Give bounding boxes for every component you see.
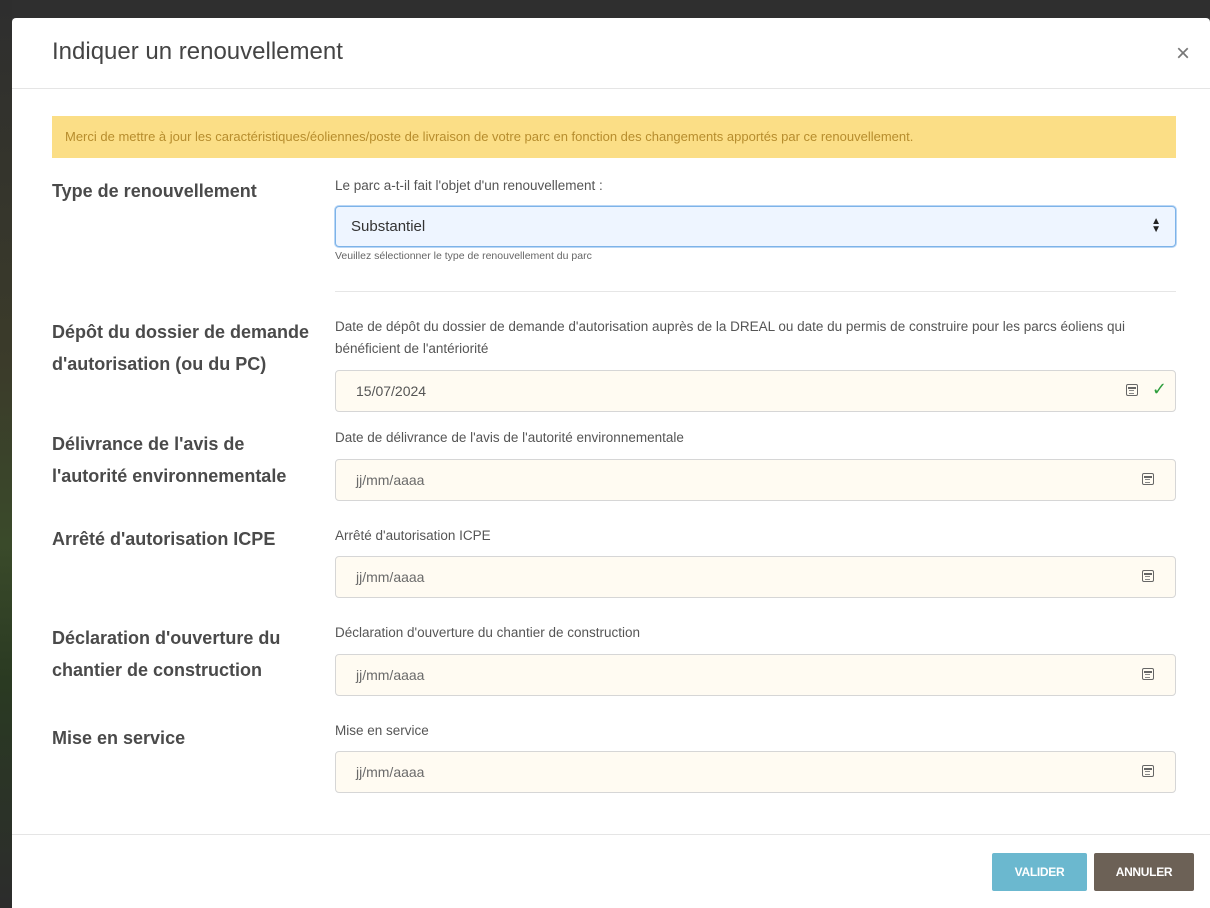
site-opening-row-label: Déclaration d'ouverture du chantier de c… bbox=[52, 628, 281, 680]
calendar-icon[interactable] bbox=[1142, 473, 1154, 485]
env-opinion-date-input[interactable]: jj/mm/aaaa bbox=[335, 459, 1176, 501]
close-icon[interactable]: × bbox=[1176, 42, 1190, 66]
icpe-date-placeholder: jj/mm/aaaa bbox=[356, 569, 425, 585]
modal-header: Indiquer un renouvellement × bbox=[12, 18, 1210, 89]
calendar-icon[interactable] bbox=[1142, 570, 1154, 582]
env-opinion-field-label: Date de délivrance de l'avis de l'autori… bbox=[335, 430, 684, 445]
commissioning-date-placeholder: jj/mm/aaaa bbox=[356, 764, 425, 780]
env-opinion-date-placeholder: jj/mm/aaaa bbox=[356, 472, 425, 488]
calendar-icon[interactable] bbox=[1142, 765, 1154, 777]
modal-footer: VALIDER ANNULER bbox=[12, 834, 1210, 908]
calendar-icon[interactable] bbox=[1142, 668, 1154, 680]
page-backdrop-left bbox=[0, 0, 12, 908]
renewal-type-help: Veuillez sélectionner le type de renouve… bbox=[335, 250, 592, 262]
validate-button[interactable]: VALIDER bbox=[992, 853, 1087, 891]
filing-date-row-label: Dépôt du dossier de demande d'autorisati… bbox=[52, 322, 310, 374]
env-opinion-row-label: Délivrance de l'avis de l'autorité envir… bbox=[52, 434, 287, 486]
renewal-modal: Indiquer un renouvellement × Merci de me… bbox=[12, 18, 1210, 908]
commissioning-row-label: Mise en service bbox=[52, 728, 186, 748]
commissioning-field-label: Mise en service bbox=[335, 723, 429, 738]
calendar-icon[interactable] bbox=[1126, 384, 1138, 396]
cancel-button[interactable]: ANNULER bbox=[1094, 853, 1194, 891]
filing-date-field-label: Date de dépôt du dossier de demande d'au… bbox=[335, 319, 1126, 356]
select-arrows-icon: ▲ ▼ bbox=[1151, 216, 1161, 235]
icpe-field-label: Arrêté d'autorisation ICPE bbox=[335, 528, 491, 543]
modal-title: Indiquer un renouvellement bbox=[52, 38, 343, 65]
site-opening-field-label: Déclaration d'ouverture du chantier de c… bbox=[335, 625, 641, 640]
renewal-type-question: Le parc a-t-il fait l'objet d'un renouve… bbox=[335, 178, 603, 193]
icpe-date-input[interactable]: jj/mm/aaaa bbox=[335, 556, 1176, 598]
icpe-row-label: Arrêté d'autorisation ICPE bbox=[52, 529, 276, 549]
filing-date-input[interactable]: 15/07/2024 ✓ bbox=[335, 370, 1176, 412]
page-backdrop-top bbox=[0, 0, 1210, 18]
section-divider bbox=[335, 291, 1176, 292]
warning-alert: Merci de mettre à jour les caractéristiq… bbox=[52, 116, 1176, 158]
renewal-type-label: Type de renouvellement bbox=[52, 181, 257, 201]
renewal-type-select[interactable]: Substantiel ▲ ▼ bbox=[335, 206, 1176, 247]
commissioning-date-input[interactable]: jj/mm/aaaa bbox=[335, 751, 1176, 793]
renewal-type-selected-value: Substantiel bbox=[351, 218, 426, 235]
check-icon: ✓ bbox=[1151, 379, 1167, 399]
site-opening-date-input[interactable]: jj/mm/aaaa bbox=[335, 654, 1176, 696]
filing-date-value: 15/07/2024 bbox=[356, 383, 427, 399]
site-opening-date-placeholder: jj/mm/aaaa bbox=[356, 667, 425, 683]
